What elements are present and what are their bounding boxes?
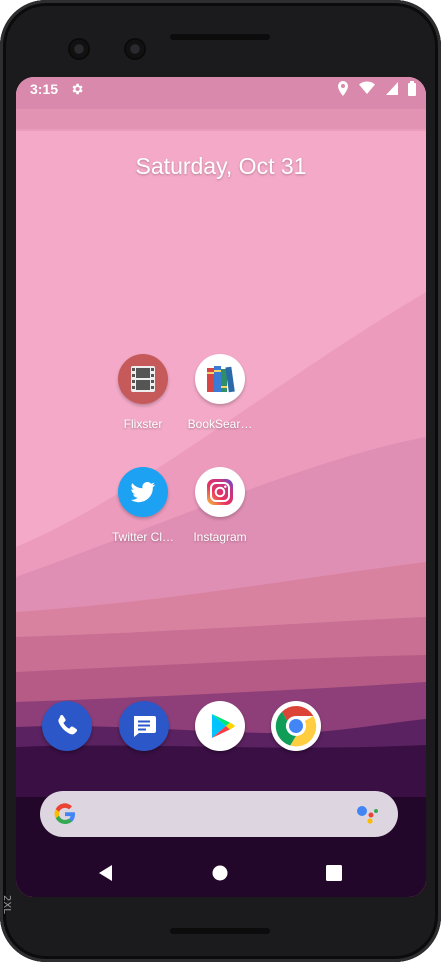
- app-flixster[interactable]: Flixster: [104, 354, 182, 431]
- recents-button[interactable]: [323, 862, 345, 884]
- back-button[interactable]: [95, 862, 117, 884]
- instagram-icon: [195, 467, 245, 517]
- front-camera-left: [70, 40, 88, 58]
- google-g-icon: [54, 803, 75, 825]
- app-label: Twitter Cl…: [111, 530, 174, 544]
- front-camera-right: [126, 40, 144, 58]
- twitter-bird-icon: [118, 467, 168, 517]
- phone-frame: 2XL 3:15 Saturday, Oct 31 Flixster BookS…: [0, 0, 441, 962]
- bottom-speaker: [170, 928, 270, 934]
- app-label: Instagram: [193, 530, 247, 544]
- wifi-icon: [359, 81, 376, 94]
- film-icon: [118, 354, 168, 404]
- status-time: 3:15: [30, 81, 59, 97]
- google-assistant-icon[interactable]: [356, 804, 380, 824]
- navigation-bar: [16, 853, 426, 897]
- google-search-bar[interactable]: [40, 791, 398, 837]
- home-screen: 3:15 Saturday, Oct 31 Flixster BookSear……: [16, 77, 426, 897]
- chrome-icon[interactable]: [271, 701, 321, 751]
- battery-icon: [408, 81, 416, 96]
- app-twitter-client[interactable]: Twitter Cl…: [104, 467, 182, 544]
- status-bar: 3:15: [16, 77, 426, 103]
- app-instagram[interactable]: Instagram: [181, 467, 259, 544]
- settings-icon: [72, 83, 83, 95]
- app-booksearch[interactable]: BookSear…: [181, 354, 259, 431]
- location-icon: [337, 81, 348, 96]
- status-icons: [331, 81, 416, 97]
- phone-icon[interactable]: [42, 701, 92, 751]
- device-side-label: 2XL: [1, 895, 12, 914]
- cell-signal-icon: [385, 82, 398, 95]
- books-icon: [195, 354, 245, 404]
- top-speaker: [170, 34, 270, 40]
- messages-icon[interactable]: [119, 701, 169, 751]
- play-store-icon[interactable]: [195, 701, 245, 751]
- date-widget[interactable]: Saturday, Oct 31: [16, 153, 426, 180]
- app-label: Flixster: [123, 417, 163, 431]
- home-button[interactable]: [209, 862, 231, 884]
- app-label: BookSear…: [187, 417, 253, 431]
